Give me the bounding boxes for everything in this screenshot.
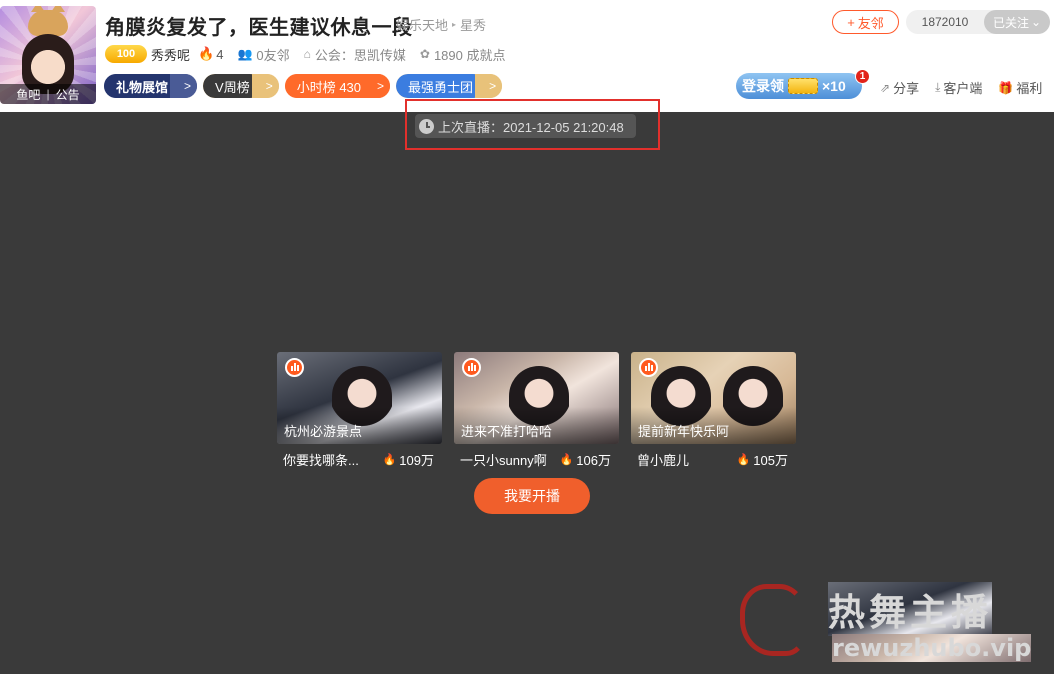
pill-label: 小时榜 430 — [284, 74, 374, 98]
stream-info: 曾小鹿儿 🔥 105万 — [631, 444, 796, 469]
flame-icon: 🔥 — [198, 46, 215, 61]
pill-label: 礼物展馆 — [104, 74, 181, 98]
friends-count[interactable]: 0友邻 — [256, 45, 289, 64]
level-badge: 100 — [105, 45, 147, 63]
benefits-label: 福利 — [1016, 81, 1043, 96]
stream-thumbnail: 杭州必游景点 — [277, 352, 442, 444]
follower-count: 1872010 — [921, 15, 969, 29]
start-streaming-button[interactable]: 我要开播 — [474, 478, 590, 514]
chevron-right-icon: > — [251, 74, 279, 98]
room-title: 角膜炎复发了，医生建议休息一段 — [105, 17, 413, 39]
chevron-right-icon: > — [170, 74, 198, 98]
home-icon: ⌂ — [303, 47, 311, 61]
flame-icon: 🔥 — [736, 454, 751, 466]
flame-icon: 🔥 — [382, 454, 397, 466]
stream-card[interactable]: 杭州必游景点 你要找哪条... 🔥 109万 — [277, 352, 442, 469]
chevron-down-icon: ⌄ — [1030, 15, 1042, 29]
stream-heat: 🔥 109万 — [383, 450, 434, 469]
live-icon — [285, 358, 304, 377]
achievement-points[interactable]: 1890 成就点 — [434, 45, 506, 64]
watermark-url: rewuzhubo.vip — [832, 634, 1032, 662]
stream-card[interactable]: 提前新年快乐阿 曾小鹿儿 🔥 105万 — [631, 352, 796, 469]
share-button[interactable]: ⇗ 分享 — [880, 78, 919, 97]
plus-icon: + — [847, 14, 855, 30]
caret-right-icon: ▸ — [452, 20, 457, 29]
player-area: 上次直播：2021-12-05 21:20:48 杭州必游景点 你要找哪条...… — [0, 99, 1054, 674]
client-label: 客户端 — [943, 81, 983, 96]
ticket-icon — [788, 78, 818, 94]
chevron-right-icon: > — [363, 74, 391, 98]
avatar-links: 鱼吧 | 公告 — [0, 84, 96, 104]
streamer-avatar[interactable]: 鱼吧 | 公告 — [0, 6, 96, 104]
heat-value: 105万 — [753, 453, 788, 468]
medal-icon: ✿ — [419, 47, 430, 61]
follow-button[interactable]: 已关注 ⌄ — [984, 10, 1050, 34]
stream-card[interactable]: 进来不准打哈哈 一只小sunny啊 🔥 106万 — [454, 352, 619, 469]
pill-label: 最强勇士团 — [396, 74, 486, 98]
follow-control: 1872010 已关注 ⌄ — [906, 10, 1050, 34]
stream-heat: 🔥 105万 — [737, 450, 788, 469]
chevron-right-icon: > — [475, 74, 503, 98]
room-header: 鱼吧 | 公告 角膜炎复发了，医生建议休息一段 娱乐天地 ▸ 星秀 100 秀秀… — [0, 0, 1054, 112]
download-icon: ⤓ — [935, 80, 941, 94]
add-friend-button[interactable]: + 友邻 — [832, 10, 899, 34]
streamer-name: 曾小鹿儿 — [637, 453, 690, 468]
live-icon — [462, 358, 481, 377]
streamer-name: 你要找哪条... — [283, 453, 359, 468]
stream-info: 你要找哪条... 🔥 109万 — [277, 444, 442, 469]
breadcrumb: 娱乐天地 ▸ 星秀 — [396, 15, 486, 34]
room-meta: 100 秀秀呢 🔥 4 👥 0友邻 ⌂ 公会：思凯传媒 ✿ 1890 成就点 — [105, 45, 520, 63]
stream-info: 一只小sunny啊 🔥 106万 — [454, 444, 619, 469]
follow-state-label: 已关注 — [992, 15, 1029, 30]
stream-thumbnail: 提前新年快乐阿 — [631, 352, 796, 444]
heat-value: 109万 — [399, 453, 434, 468]
share-label: 分享 — [893, 81, 920, 96]
fish-bar-link[interactable]: 鱼吧 — [16, 86, 40, 103]
watermark-title: 热舞主播 — [828, 582, 992, 636]
breadcrumb-subcategory[interactable]: 星秀 — [460, 15, 486, 34]
stream-thumbnail: 进来不准打哈哈 — [454, 352, 619, 444]
weekly-rank-pill[interactable]: V周榜 > — [203, 74, 279, 98]
login-reward-label: 登录领 — [742, 78, 784, 94]
rank-pills: 礼物展馆 > V周榜 > 小时榜 430 > 最强勇士团 > — [104, 74, 503, 98]
cat-figure — [28, 6, 68, 36]
announcement-link[interactable]: 公告 — [56, 86, 80, 103]
highlight-box — [405, 99, 660, 150]
benefits-button[interactable]: 🎁 福利 — [998, 78, 1042, 97]
live-icon — [639, 358, 658, 377]
hot-count: 4 — [216, 46, 224, 62]
notification-badge: 1 — [855, 69, 870, 84]
login-reward-button[interactable]: 登录领 ×10 1 — [736, 69, 870, 99]
reward-multiplier: ×10 — [822, 78, 846, 94]
recommended-streams: 杭州必游景点 你要找哪条... 🔥 109万 进来不准打哈哈 一只小sunny啊 … — [277, 352, 796, 469]
streamer-name: 一只小sunny啊 — [460, 453, 547, 468]
client-button[interactable]: ⤓ 客户端 — [935, 78, 982, 97]
flame-icon: 🔥 — [559, 454, 574, 466]
hourly-rank-pill[interactable]: 小时榜 430 > — [284, 74, 391, 98]
stream-caption: 进来不准打哈哈 — [454, 407, 619, 444]
guild-link[interactable]: 公会：思凯传媒 — [315, 45, 406, 64]
gift-gallery-pill[interactable]: 礼物展馆 > — [104, 74, 198, 98]
toolbar: ⇗ 分享 ⤓ 客户端 🎁 福利 — [880, 78, 1042, 97]
link-separator: | — [46, 87, 50, 101]
heat-value: 106万 — [576, 453, 611, 468]
stream-heat: 🔥 106万 — [560, 450, 611, 469]
stream-caption: 提前新年快乐阿 — [631, 407, 796, 444]
friend-button-label: 友邻 — [857, 15, 884, 31]
stream-caption: 杭州必游景点 — [277, 407, 442, 444]
share-icon: ⇗ — [880, 80, 891, 95]
watermark: 热舞主播 rewuzhubo.vip — [740, 582, 1032, 672]
owner-name[interactable]: 秀秀呢 — [151, 45, 190, 64]
warrior-group-pill[interactable]: 最强勇士团 > — [396, 74, 503, 98]
breadcrumb-category[interactable]: 娱乐天地 — [396, 15, 448, 34]
friends-icon: 👥 — [237, 47, 253, 61]
watermark-logo-icon — [740, 584, 806, 656]
gift-icon: 🎁 — [998, 80, 1014, 95]
